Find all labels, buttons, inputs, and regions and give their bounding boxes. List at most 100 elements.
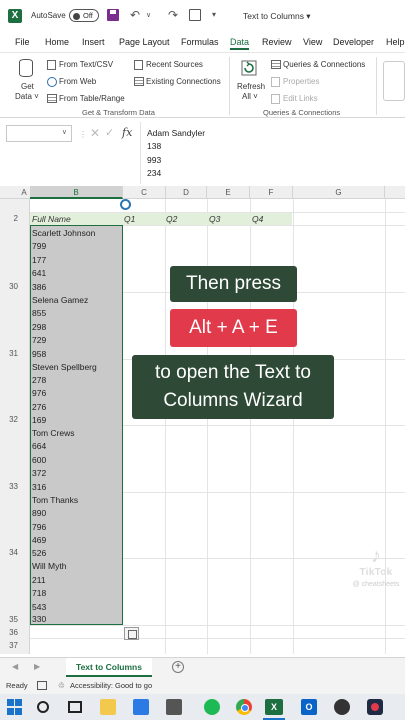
table-cell[interactable]: 600 — [32, 455, 46, 465]
macro-record-icon[interactable] — [37, 681, 47, 690]
refresh-all-button[interactable]: Refresh — [237, 82, 265, 91]
next-group-button[interactable] — [383, 61, 405, 101]
table-cell[interactable]: 799 — [32, 241, 46, 251]
header-q2[interactable]: Q2 — [166, 214, 177, 224]
edit-links-button[interactable]: Edit Links — [283, 94, 318, 103]
accessibility-status[interactable]: Accessibility: Good to go — [70, 681, 152, 690]
table-cell[interactable]: 316 — [32, 482, 46, 492]
add-sheet-button[interactable]: + — [172, 661, 184, 673]
sheet-tab-text-to-columns[interactable]: Text to Columns — [66, 658, 152, 677]
row-number[interactable]: 37 — [0, 641, 18, 650]
chrome-icon[interactable] — [236, 699, 252, 715]
insert-function-button[interactable]: fx — [122, 126, 132, 139]
file-explorer-icon[interactable] — [100, 699, 116, 715]
header-q4[interactable]: Q4 — [252, 214, 263, 224]
tab-home[interactable]: Home — [45, 37, 69, 47]
header-q3[interactable]: Q3 — [209, 214, 220, 224]
row-number[interactable]: 33 — [0, 482, 18, 491]
tab-formulas[interactable]: Formulas — [181, 37, 219, 47]
refresh-icon[interactable] — [238, 59, 260, 77]
header-q1[interactable]: Q1 — [124, 214, 135, 224]
table-cell[interactable]: 386 — [32, 282, 46, 292]
table-cell[interactable]: 976 — [32, 388, 46, 398]
table-cell[interactable]: 729 — [32, 335, 46, 345]
table-cell[interactable]: Tom Crews — [32, 428, 75, 438]
column-header-c[interactable]: C — [123, 186, 166, 199]
row-number[interactable]: 35 — [0, 615, 18, 624]
queries-connections-button[interactable]: Queries & Connections — [283, 60, 365, 69]
tab-review[interactable]: Review — [262, 37, 292, 47]
table-cell[interactable]: Will Myth — [32, 561, 66, 571]
column-header-d[interactable]: D — [166, 186, 207, 199]
column-header-h[interactable] — [385, 186, 405, 199]
table-cell[interactable]: 276 — [32, 402, 46, 412]
row-number[interactable]: 31 — [0, 349, 18, 358]
customize-toolbar-icon[interactable]: ▾ — [212, 10, 216, 19]
excel-taskbar-icon[interactable]: X — [265, 699, 283, 715]
table-cell[interactable]: Tom Thanks — [32, 495, 78, 505]
row-number[interactable]: 34 — [0, 548, 18, 557]
table-cell[interactable]: 958 — [32, 349, 46, 359]
save-icon[interactable] — [107, 9, 119, 21]
row-number[interactable]: 36 — [0, 628, 18, 637]
recent-sources-button[interactable]: Recent Sources — [146, 60, 203, 69]
get-data-dropdown[interactable]: Data ˅ — [15, 92, 39, 101]
tab-data[interactable]: Data — [230, 37, 250, 50]
undo-icon[interactable]: ↶ — [130, 9, 142, 21]
quick-access-icon[interactable] — [189, 9, 201, 21]
existing-connections-button[interactable]: Existing Connections — [146, 77, 221, 86]
table-cell[interactable]: 855 — [32, 308, 46, 318]
table-cell[interactable]: 543 — [32, 602, 46, 612]
table-cell[interactable]: 796 — [32, 522, 46, 532]
app-icon[interactable] — [133, 699, 149, 715]
properties-button[interactable]: Properties — [283, 77, 319, 86]
autosave-toggle[interactable]: Off — [69, 9, 99, 22]
spotify-icon[interactable] — [204, 699, 220, 715]
table-cell[interactable]: 177 — [32, 255, 46, 265]
chevron-down-icon[interactable]: ∨ — [62, 128, 67, 136]
table-cell[interactable]: 718 — [32, 588, 46, 598]
formula-input[interactable]: Adam Sandyler 138 993 234 — [140, 122, 405, 184]
paste-options-icon[interactable] — [124, 627, 139, 640]
prev-sheet-icon[interactable]: ◀ — [12, 662, 18, 671]
table-cell[interactable]: 169 — [32, 415, 46, 425]
tab-view[interactable]: View — [303, 37, 322, 47]
table-cell[interactable]: Steven Spellberg — [32, 362, 97, 372]
database-icon[interactable] — [19, 59, 33, 77]
table-cell[interactable]: 664 — [32, 441, 46, 451]
document-title[interactable]: Text to Columns ▾ — [243, 11, 311, 22]
row-number[interactable]: 2 — [0, 214, 18, 223]
app-icon[interactable] — [166, 699, 182, 715]
tab-developer[interactable]: Developer — [333, 37, 374, 47]
search-icon[interactable] — [37, 701, 49, 713]
table-cell[interactable]: 211 — [32, 575, 46, 585]
tab-file[interactable]: File — [15, 37, 30, 47]
get-data-button[interactable]: Get — [21, 82, 34, 91]
header-full-name[interactable]: Full Name — [32, 214, 71, 224]
cancel-icon[interactable]: ✕ — [90, 126, 100, 140]
outlook-icon[interactable]: O — [301, 699, 317, 715]
table-cell[interactable]: 330 — [32, 614, 46, 624]
from-table-range-button[interactable]: From Table/Range — [59, 94, 125, 103]
name-box[interactable]: ∨ — [6, 125, 72, 142]
enter-icon[interactable]: ✓ — [105, 126, 114, 139]
task-view-icon[interactable] — [68, 701, 82, 713]
worksheet-grid[interactable]: A B C D E F G 2 30 31 32 33 34 35 36 37 … — [0, 186, 405, 654]
column-header-g[interactable]: G — [293, 186, 385, 199]
refresh-all-dropdown[interactable]: All ˅ — [242, 92, 258, 101]
table-cell[interactable]: 469 — [32, 535, 46, 545]
obs-icon[interactable] — [334, 699, 350, 715]
column-header-f[interactable]: F — [250, 186, 293, 199]
tab-page-layout[interactable]: Page Layout — [119, 37, 170, 47]
next-sheet-icon[interactable]: ▶ — [34, 662, 40, 671]
row-number[interactable]: 32 — [0, 415, 18, 424]
table-cell[interactable]: 372 — [32, 468, 46, 478]
table-cell[interactable]: 641 — [32, 268, 46, 278]
row-number[interactable]: 30 — [0, 282, 18, 291]
accessibility-icon[interactable]: ♲ — [58, 681, 65, 690]
table-cell[interactable]: Scarlett Johnson — [32, 228, 95, 238]
column-header-e[interactable]: E — [207, 186, 250, 199]
camera-app-icon[interactable] — [367, 699, 383, 715]
windows-start-icon[interactable] — [7, 699, 23, 715]
table-cell[interactable]: 890 — [32, 508, 46, 518]
